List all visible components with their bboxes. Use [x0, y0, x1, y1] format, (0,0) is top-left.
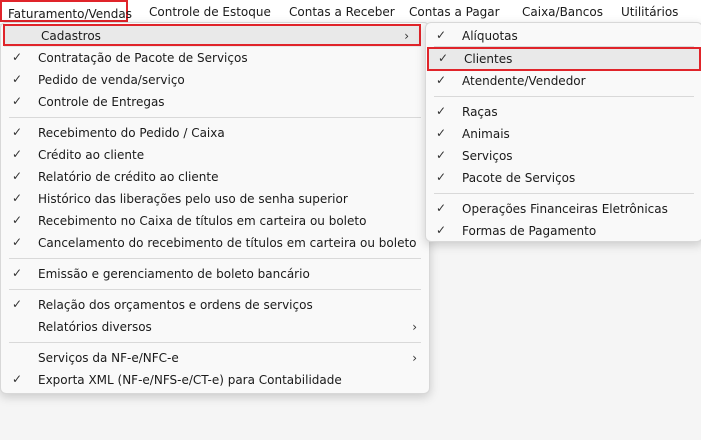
check-icon: ✓: [12, 125, 23, 139]
submenu-item-operacoes-financeiras[interactable]: ✓ Operações Financeiras Eletrônicas: [426, 198, 701, 220]
menu-item-label: Emissão e gerenciamento de boleto bancár…: [38, 267, 310, 281]
separator: [434, 46, 694, 47]
menu-item-cancelamento-recebimento[interactable]: ✓ Cancelamento do recebimento de títulos…: [1, 232, 429, 254]
menu-controle-de-estoque[interactable]: Controle de Estoque: [149, 5, 271, 19]
faturamento-dropdown: Cadastros › ✓ Contratação de Pacote de S…: [0, 22, 430, 394]
menu-item-label: Pedido de venda/serviço: [38, 73, 185, 87]
check-icon: ✓: [12, 235, 23, 249]
menu-item-label: Relatórios diversos: [38, 320, 152, 334]
check-icon: ✓: [12, 72, 23, 86]
menu-item-label: Contratação de Pacote de Serviços: [38, 51, 248, 65]
menu-item-label: Pacote de Serviços: [462, 171, 576, 185]
separator: [9, 342, 421, 343]
menu-item-servicos-nfe[interactable]: Serviços da NF-e/NFC-e ›: [1, 347, 429, 369]
menu-item-relatorios-diversos[interactable]: Relatórios diversos ›: [1, 316, 429, 338]
submenu-item-clientes[interactable]: ✓ Clientes: [428, 48, 700, 70]
menu-item-label: Atendente/Vendedor: [462, 74, 586, 88]
check-icon: ✓: [12, 169, 23, 183]
separator: [434, 193, 694, 194]
check-icon: ✓: [12, 266, 23, 280]
menu-item-label: Formas de Pagamento: [462, 224, 597, 238]
check-icon: ✓: [12, 297, 23, 311]
menu-item-label: Relatório de crédito ao cliente: [38, 170, 219, 184]
menu-item-historico-liberacoes[interactable]: ✓ Histórico das liberações pelo uso de s…: [1, 188, 429, 210]
submenu-item-aliquotas[interactable]: ✓ Alíquotas: [426, 25, 701, 47]
submenu-item-formas-pagamento[interactable]: ✓ Formas de Pagamento: [426, 220, 701, 242]
menu-item-label: Exporta XML (NF-e/NFS-e/CT-e) para Conta…: [38, 373, 342, 387]
submenu-item-animais[interactable]: ✓ Animais: [426, 123, 701, 145]
menu-item-label: Cadastros: [41, 29, 101, 43]
menu-item-label: Recebimento do Pedido / Caixa: [38, 126, 225, 140]
separator: [434, 96, 694, 97]
menu-item-pedido-venda[interactable]: ✓ Pedido de venda/serviço: [1, 69, 429, 91]
check-icon: ✓: [436, 148, 447, 162]
check-icon: ✓: [436, 126, 447, 140]
check-icon: ✓: [12, 372, 23, 386]
menu-item-label: Controle de Entregas: [38, 95, 165, 109]
menu-item-recebimento-pedido[interactable]: ✓ Recebimento do Pedido / Caixa: [1, 122, 429, 144]
menu-item-label: Crédito ao cliente: [38, 148, 145, 162]
cadastros-submenu: ✓ Alíquotas ✓ Clientes ✓ Atendente/Vende…: [425, 22, 701, 242]
menu-contas-a-receber[interactable]: Contas a Receber: [289, 5, 395, 19]
menu-utilitarios[interactable]: Utilitários: [621, 5, 678, 19]
submenu-item-atendente-vendedor[interactable]: ✓ Atendente/Vendedor: [426, 70, 701, 92]
menu-item-label: Serviços: [462, 149, 513, 163]
check-icon: ✓: [12, 191, 23, 205]
chevron-right-icon: ›: [404, 29, 409, 43]
chevron-right-icon: ›: [412, 351, 417, 365]
check-icon: ✓: [12, 94, 23, 108]
check-icon: ✓: [436, 104, 447, 118]
check-icon: ✓: [12, 50, 23, 64]
check-icon: ✓: [436, 223, 447, 237]
check-icon: ✓: [436, 201, 447, 215]
separator: [9, 258, 421, 259]
menu-item-label: Serviços da NF-e/NFC-e: [38, 351, 179, 365]
check-icon: ✓: [436, 28, 447, 42]
menu-faturamento-vendas[interactable]: Faturamento/Vendas: [0, 0, 132, 22]
menu-item-exporta-xml[interactable]: ✓ Exporta XML (NF-e/NFS-e/CT-e) para Con…: [1, 369, 429, 391]
menu-item-controle-entregas[interactable]: ✓ Controle de Entregas: [1, 91, 429, 113]
submenu-item-pacote-servicos[interactable]: ✓ Pacote de Serviços: [426, 167, 701, 189]
submenu-item-racas[interactable]: ✓ Raças: [426, 101, 701, 123]
menu-item-label: Recebimento no Caixa de títulos em carte…: [38, 214, 367, 228]
submenu-item-servicos[interactable]: ✓ Serviços: [426, 145, 701, 167]
menu-item-credito-cliente[interactable]: ✓ Crédito ao cliente: [1, 144, 429, 166]
check-icon: ✓: [436, 170, 447, 184]
menu-item-cadastros[interactable]: Cadastros ›: [4, 25, 421, 47]
menu-item-relatorio-credito[interactable]: ✓ Relatório de crédito ao cliente: [1, 166, 429, 188]
menu-item-relacao-orcamentos[interactable]: ✓ Relação dos orçamentos e ordens de ser…: [1, 294, 429, 316]
menu-item-emissao-boleto[interactable]: ✓ Emissão e gerenciamento de boleto banc…: [1, 263, 429, 285]
menu-item-label: Operações Financeiras Eletrônicas: [462, 202, 668, 216]
check-icon: ✓: [438, 51, 449, 65]
separator: [9, 289, 421, 290]
menu-item-label: Raças: [462, 105, 498, 119]
menu-contas-a-pagar[interactable]: Contas a Pagar: [409, 5, 500, 19]
menu-item-label: Histórico das liberações pelo uso de sen…: [38, 192, 348, 206]
menu-item-label: Relação dos orçamentos e ordens de servi…: [38, 298, 313, 312]
menu-item-label: Clientes: [464, 52, 513, 66]
menu-caixa-bancos[interactable]: Caixa/Bancos: [522, 5, 603, 19]
menu-item-label: Cancelamento do recebimento de títulos e…: [38, 236, 417, 250]
menu-item-contratacao-pacote[interactable]: ✓ Contratação de Pacote de Serviços: [1, 47, 429, 69]
separator: [9, 117, 421, 118]
check-icon: ✓: [12, 213, 23, 227]
check-icon: ✓: [436, 73, 447, 87]
check-icon: ✓: [12, 147, 23, 161]
menu-item-label: Animais: [462, 127, 510, 141]
chevron-right-icon: ›: [412, 320, 417, 334]
menu-item-label: Alíquotas: [462, 29, 518, 43]
menu-item-recebimento-caixa-titulos[interactable]: ✓ Recebimento no Caixa de títulos em car…: [1, 210, 429, 232]
